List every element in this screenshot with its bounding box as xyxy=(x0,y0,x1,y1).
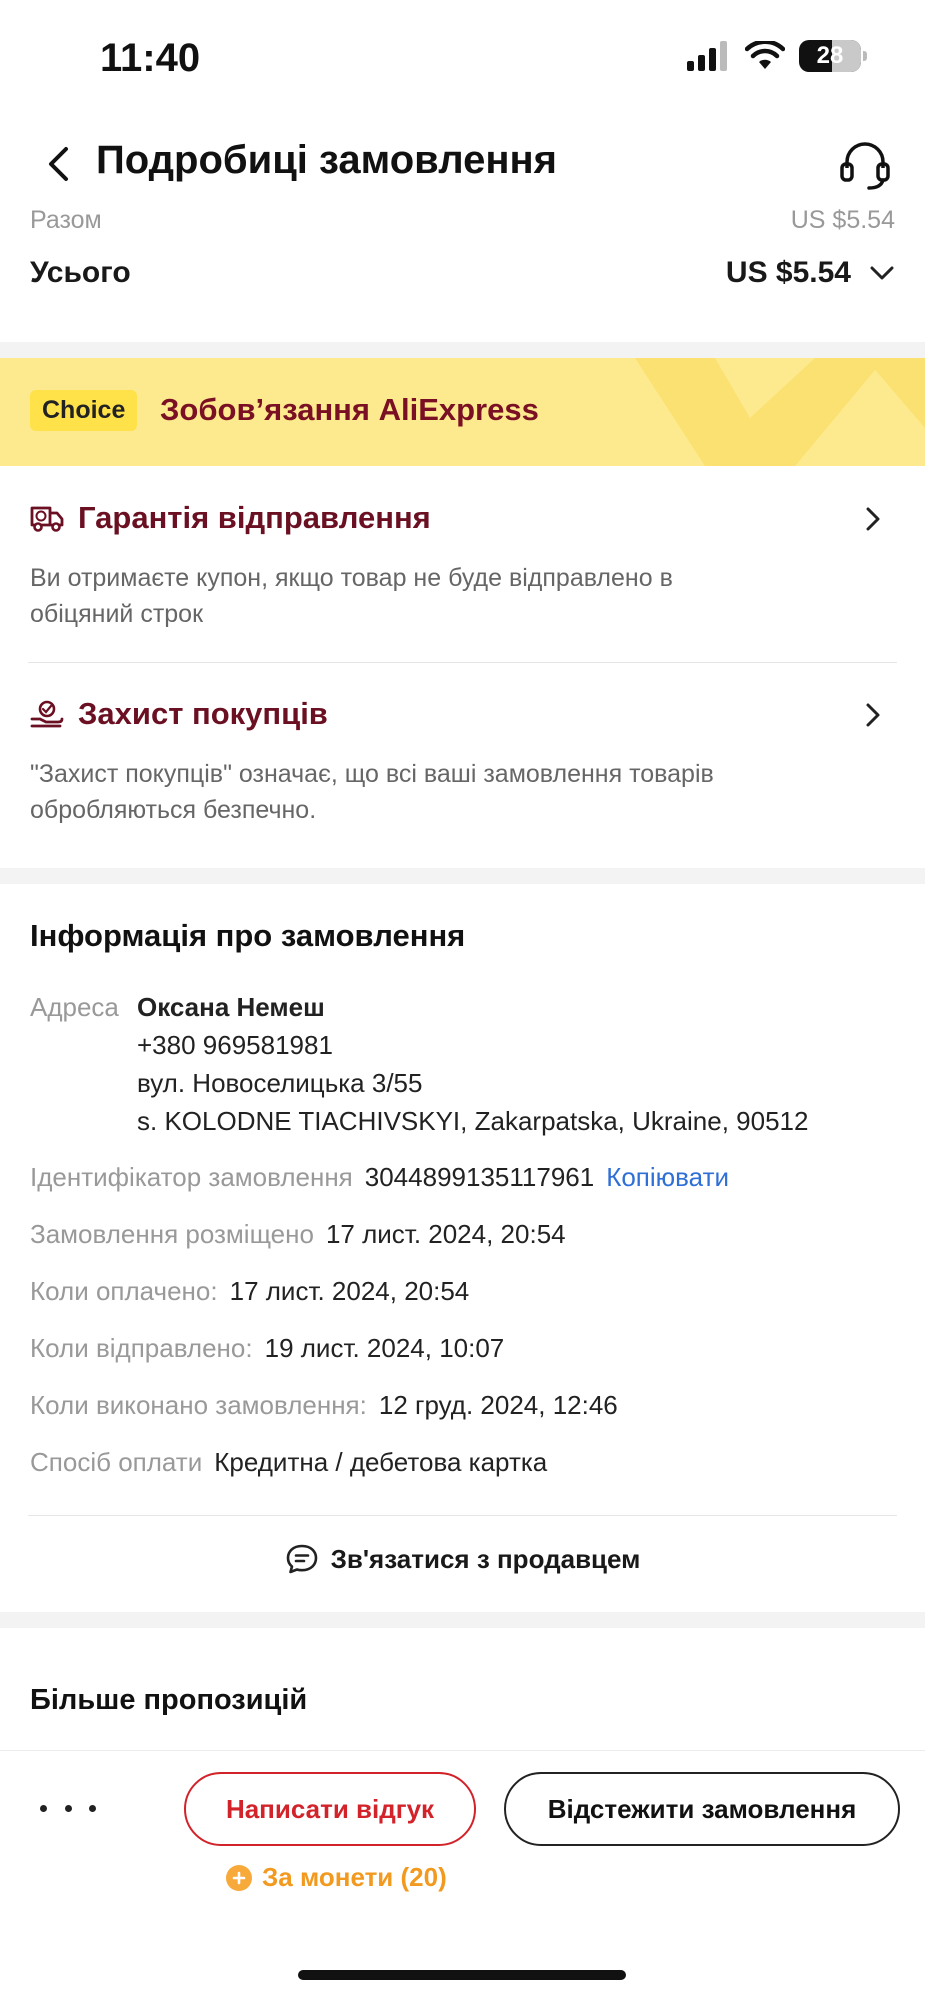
payment-method-value: Кредитна / дебетова картка xyxy=(214,1447,548,1477)
more-options-button[interactable] xyxy=(40,1790,96,1826)
write-review-button[interactable]: Написати відгук xyxy=(184,1772,476,1846)
buyer-protection-description: "Захист покупців" означає, що всі ваші з… xyxy=(30,756,865,828)
track-order-button[interactable]: Відстежити замовлення xyxy=(504,1772,900,1846)
order-info-title: Інформація про замовлення xyxy=(30,918,466,953)
choice-commitment-text: Зобов’язання AliExpress xyxy=(160,392,539,427)
chevron-right-icon[interactable] xyxy=(865,506,881,532)
address-street: вул. Новоселицька 3/55 xyxy=(137,1068,423,1098)
order-id-row: Ідентифікатор замовлення 304489913511796… xyxy=(30,1162,895,1193)
page-title: Подробиці замовлення xyxy=(96,138,557,182)
subtotal-label: Разом xyxy=(30,206,102,234)
subtotal-row: Разом US $5.54 xyxy=(30,206,895,236)
chevron-left-icon xyxy=(49,147,68,181)
truck-clock-icon xyxy=(30,506,64,532)
total-value: US $5.54 xyxy=(725,256,851,289)
total-label: Усього xyxy=(30,256,131,289)
shipping-guarantee-title-row: Гарантія відправлення xyxy=(30,500,895,536)
home-indicator xyxy=(298,1970,626,1980)
order-id-value: 3044899135117961 xyxy=(364,1162,595,1192)
buyer-protection-title-row: Захист покупців xyxy=(30,696,895,732)
order-placed-row: Замовлення розміщено 17 лист. 2024, 20:5… xyxy=(30,1219,895,1250)
shipping-guarantee-desc-line: обіцяний строк xyxy=(30,600,204,628)
section-gap xyxy=(0,1612,925,1628)
order-paid-label: Коли оплачено: xyxy=(30,1276,218,1306)
battery-level: 28 xyxy=(816,42,844,69)
hand-shield-icon xyxy=(30,700,64,728)
address-block: Оксана Немеш +380 969581981 вул. Новосел… xyxy=(137,988,808,1140)
subtotal-value: US $5.54 xyxy=(790,206,895,234)
order-paid-value: 17 лист. 2024, 20:54 xyxy=(229,1276,470,1306)
chevron-down-icon xyxy=(870,266,894,280)
buyer-protection-item[interactable]: Захист покупців xyxy=(30,696,895,732)
contact-seller-button[interactable]: Зв'язатися з продавцем xyxy=(0,1543,925,1575)
status-icons: 28 xyxy=(687,40,867,72)
divider xyxy=(28,662,897,663)
order-placed-value: 17 лист. 2024, 20:54 xyxy=(325,1219,566,1249)
choice-banner: Choice Зобов’язання AliExpress xyxy=(0,358,925,466)
buyer-protection-title: Захист покупців xyxy=(78,696,328,731)
copy-order-id-link[interactable]: Копіювати xyxy=(606,1162,729,1193)
wifi-icon xyxy=(745,41,785,69)
battery-icon: 28 xyxy=(799,40,867,72)
shipping-guarantee-title: Гарантія відправлення xyxy=(78,500,431,535)
order-completed-row: Коли виконано замовлення: 12 груд. 2024,… xyxy=(30,1390,895,1421)
coin-icon xyxy=(226,1864,252,1891)
more-offers-title: Більше пропозицій xyxy=(30,1684,308,1716)
order-completed-value: 12 груд. 2024, 12:46 xyxy=(378,1390,618,1420)
order-id-label: Ідентифікатор замовлення xyxy=(30,1162,353,1192)
shipping-guarantee-desc-line: Ви отримаєте купон, якщо товар не буде в… xyxy=(30,564,673,592)
support-button[interactable] xyxy=(835,136,895,196)
total-value-group[interactable]: US $5.54 xyxy=(726,256,895,290)
signal-icon xyxy=(687,41,727,71)
coins-label: За монети (20) xyxy=(262,1862,447,1892)
buyer-protection-desc-line: обробляються безпечно. xyxy=(30,796,317,824)
divider xyxy=(28,1515,897,1516)
headset-icon xyxy=(840,142,890,190)
payment-method-row: Спосіб оплати Кредитна / дебетова картка xyxy=(30,1447,895,1478)
more-dot-icon xyxy=(89,1804,96,1812)
payment-method-label: Спосіб оплати xyxy=(30,1447,203,1477)
coins-reward: За монети (20) xyxy=(226,1862,447,1893)
order-shipped-value: 19 лист. 2024, 10:07 xyxy=(264,1333,505,1363)
address-label: Адреса xyxy=(30,992,119,1022)
chevron-right-icon[interactable] xyxy=(865,702,881,728)
choice-badge: Choice xyxy=(30,390,138,431)
order-placed-label: Замовлення розміщено xyxy=(30,1219,314,1249)
buyer-protection-desc-line: "Захист покупців" означає, що всі ваші з… xyxy=(30,760,714,788)
choice-decoration-icon xyxy=(635,358,925,466)
recipient-name: Оксана Немеш xyxy=(137,992,325,1022)
order-completed-label: Коли виконано замовлення: xyxy=(30,1390,367,1420)
address-city: s. KOLODNE TIACHIVSKYI, Zakarpatska, Ukr… xyxy=(137,1106,809,1136)
order-shipped-row: Коли відправлено: 19 лист. 2024, 10:07 xyxy=(30,1333,895,1364)
order-paid-row: Коли оплачено: 17 лист. 2024, 20:54 xyxy=(30,1276,895,1307)
more-dot-icon xyxy=(64,1804,72,1812)
shipping-guarantee-description: Ви отримаєте купон, якщо товар не буде в… xyxy=(30,560,865,632)
status-time: 11:40 xyxy=(100,36,201,80)
more-dot-icon xyxy=(40,1804,47,1812)
total-row[interactable]: Усього US $5.54 xyxy=(30,256,895,290)
order-shipped-label: Коли відправлено: xyxy=(30,1333,253,1363)
contact-seller-label: Зв'язатися з продавцем xyxy=(330,1543,641,1574)
section-gap xyxy=(0,868,925,884)
chat-icon xyxy=(286,1544,317,1574)
section-gap xyxy=(0,342,925,358)
shipping-guarantee-item[interactable]: Гарантія відправлення xyxy=(30,500,895,536)
back-button[interactable] xyxy=(36,142,80,186)
recipient-phone: +380 969581981 xyxy=(137,1030,333,1060)
